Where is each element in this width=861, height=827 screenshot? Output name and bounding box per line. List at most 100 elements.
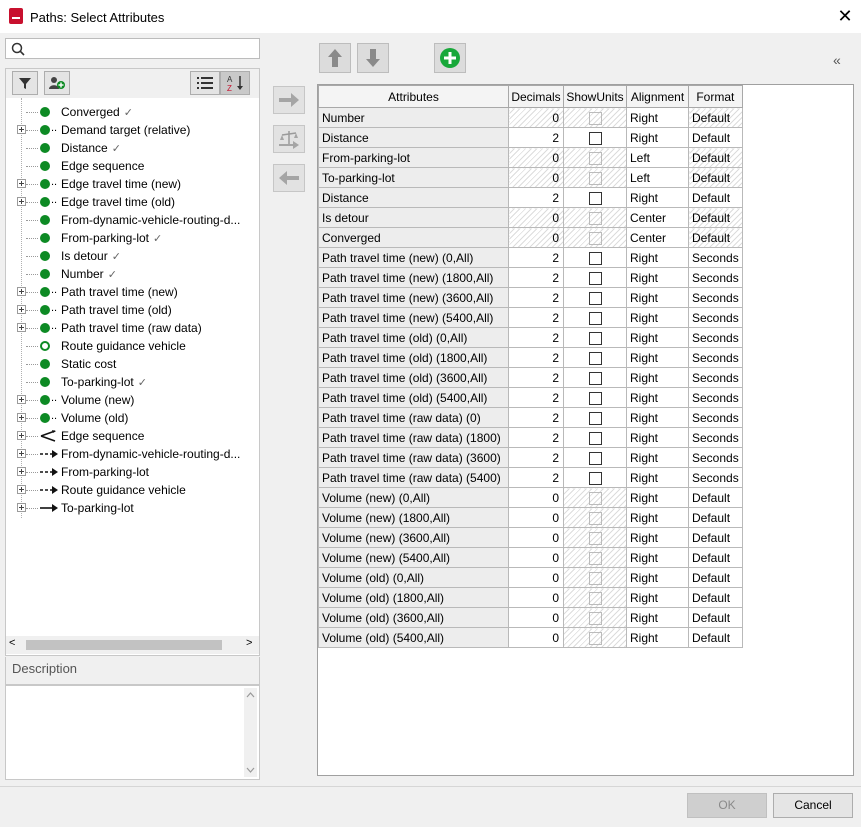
expand-icon[interactable] [17,395,26,404]
add-attribute-button[interactable] [273,86,305,114]
cell-decimals[interactable]: 0 [508,207,564,228]
table-row[interactable]: Path travel time (old) (0,All) 2 Right Seco… [318,327,743,348]
cell-decimals[interactable]: 0 [508,167,564,188]
showunits-checkbox[interactable] [588,291,602,305]
cell-decimals[interactable]: 2 [508,407,564,428]
move-down-button[interactable] [357,43,389,73]
tree-item[interactable]: Path travel time (old) [6,301,259,319]
table-row[interactable]: Distance 2 Right Default [318,187,743,208]
cell-format[interactable]: Seconds [688,367,743,388]
cell-showunits[interactable] [563,367,627,388]
cell-attribute-name[interactable]: Volume (new) (1800,All) [318,507,509,528]
cell-format[interactable]: Seconds [688,307,743,328]
cell-decimals[interactable]: 0 [508,487,564,508]
cell-format[interactable]: Seconds [688,247,743,268]
table-row[interactable]: Path travel time (raw data) (0) 2 Right Sec… [318,407,743,428]
table-row[interactable]: Number 0 Right Default [318,107,743,128]
cell-alignment[interactable]: Right [626,327,689,348]
cell-attribute-name[interactable]: Path travel time (raw data) (5400) [318,467,509,488]
cell-format[interactable]: Seconds [688,347,743,368]
balance-button[interactable] [273,125,305,153]
cell-decimals[interactable]: 2 [508,387,564,408]
tree-item[interactable]: Route guidance vehicle [6,337,259,355]
cell-attribute-name[interactable]: Path travel time (new) (0,All) [318,247,509,268]
table-row[interactable]: Distance 2 Right Default [318,127,743,148]
cell-alignment[interactable]: Center [626,207,689,228]
cell-format[interactable]: Seconds [688,407,743,428]
cell-alignment[interactable]: Right [626,567,689,588]
cell-decimals[interactable]: 0 [508,547,564,568]
tree-item[interactable]: Static cost [6,355,259,373]
cell-alignment[interactable]: Right [626,547,689,568]
description-box[interactable] [5,685,260,780]
tree-item[interactable]: Converged ✓ [6,103,259,121]
showunits-checkbox[interactable] [588,451,602,465]
cell-alignment[interactable]: Right [626,447,689,468]
cell-decimals[interactable]: 2 [508,327,564,348]
cell-decimals[interactable]: 2 [508,447,564,468]
showunits-checkbox[interactable] [588,311,602,325]
table-row[interactable]: Volume (old) (1800,All) 0 Right Default [318,587,743,608]
cell-format[interactable]: Seconds [688,467,743,488]
cell-attribute-name[interactable]: Volume (new) (3600,All) [318,527,509,548]
cell-alignment[interactable]: Right [626,427,689,448]
cell-attribute-name[interactable]: Path travel time (new) (5400,All) [318,307,509,328]
cell-format[interactable]: Seconds [688,427,743,448]
sort-az-button[interactable]: A Z [220,71,250,95]
cell-showunits[interactable] [563,167,627,188]
cell-showunits[interactable] [563,407,627,428]
cell-format[interactable]: Default [688,167,743,188]
tree-item[interactable]: From-dynamic-vehicle-routing-d... [6,211,259,229]
tree-item[interactable]: From-dynamic-vehicle-routing-d... [6,445,259,463]
cell-alignment[interactable]: Right [626,307,689,328]
cell-attribute-name[interactable]: Volume (new) (5400,All) [318,547,509,568]
cell-decimals[interactable]: 0 [508,567,564,588]
tree-item[interactable]: Edge sequence [6,427,259,445]
expand-icon[interactable] [17,197,26,206]
tree-item[interactable]: Route guidance vehicle [6,481,259,499]
cell-attribute-name[interactable]: Distance [318,127,509,148]
cell-attribute-name[interactable]: Path travel time (old) (5400,All) [318,387,509,408]
table-row[interactable]: Path travel time (raw data) (5400) 2 Right… [318,467,743,488]
list-view-button[interactable] [190,71,220,95]
table-row[interactable]: Volume (new) (1800,All) 0 Right Default [318,507,743,528]
tree-item[interactable]: Edge sequence [6,157,259,175]
cell-attribute-name[interactable]: To-parking-lot [318,167,509,188]
scroll-left-icon[interactable]: < [9,637,15,649]
table-row[interactable]: Path travel time (new) (1800,All) 2 Right S… [318,267,743,288]
tree-item[interactable]: Volume (new) [6,391,259,409]
cell-attribute-name[interactable]: From-parking-lot [318,147,509,168]
showunits-checkbox[interactable] [588,191,602,205]
cell-alignment[interactable]: Right [626,527,689,548]
showunits-checkbox[interactable] [588,251,602,265]
cell-showunits[interactable] [563,387,627,408]
cell-alignment[interactable]: Right [626,467,689,488]
cell-decimals[interactable]: 2 [508,367,564,388]
cell-format[interactable]: Default [688,507,743,528]
cell-attribute-name[interactable]: Distance [318,187,509,208]
table-row[interactable]: From-parking-lot 0 Left Default [318,147,743,168]
cell-alignment[interactable]: Right [626,587,689,608]
cell-alignment[interactable]: Right [626,107,689,128]
table-row[interactable]: Volume (new) (3600,All) 0 Right Default [318,527,743,548]
cell-alignment[interactable]: Right [626,287,689,308]
add-button[interactable] [434,43,466,73]
table-row[interactable]: Path travel time (new) (5400,All) 2 Right S… [318,307,743,328]
cell-showunits[interactable] [563,507,627,528]
cell-alignment[interactable]: Right [626,507,689,528]
column-header-decimals[interactable]: Decimals [508,85,564,108]
cell-format[interactable]: Seconds [688,447,743,468]
cell-attribute-name[interactable]: Volume (old) (0,All) [318,567,509,588]
scroll-right-icon[interactable]: > [246,637,252,649]
cell-showunits[interactable] [563,547,627,568]
cell-format[interactable]: Default [688,127,743,148]
cell-attribute-name[interactable]: Path travel time (raw data) (3600) [318,447,509,468]
cell-decimals[interactable]: 0 [508,587,564,608]
column-header-format[interactable]: Format [688,85,743,108]
cell-decimals[interactable]: 2 [508,247,564,268]
table-row[interactable]: Is detour 0 Center Default [318,207,743,228]
table-row[interactable]: Path travel time (new) (0,All) 2 Right Seco… [318,247,743,268]
showunits-checkbox[interactable] [588,351,602,365]
table-row[interactable]: Path travel time (old) (1800,All) 2 Right S… [318,347,743,368]
collapse-panel-icon[interactable]: « [833,52,841,68]
